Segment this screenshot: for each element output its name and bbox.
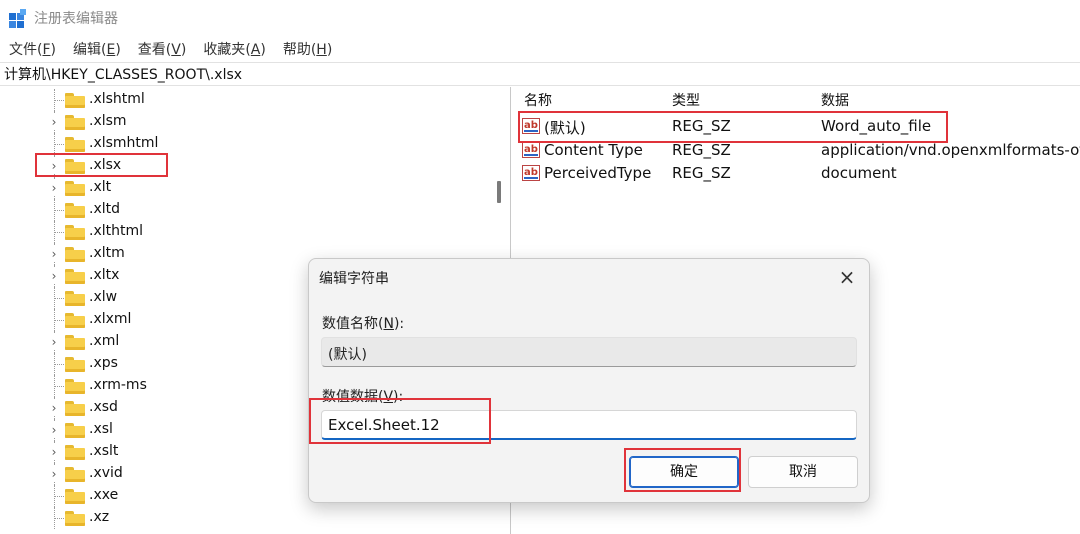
- tree-item-label: .xlxml: [89, 311, 132, 327]
- chevron-right-icon[interactable]: ›: [48, 400, 60, 416]
- folder-icon: [65, 269, 85, 284]
- folder-icon: [65, 511, 85, 526]
- address-bar[interactable]: 计算机\HKEY_CLASSES_ROOT\.xlsx: [0, 62, 1080, 86]
- ab-string-value-icon: ab: [522, 165, 540, 181]
- tree-item-label: .xlshtml: [89, 91, 145, 107]
- tree-item[interactable]: .xlthtml: [0, 221, 490, 243]
- folder-icon: [65, 401, 85, 416]
- tree-item-label: .xvid: [89, 465, 123, 481]
- tree-connector-line: [55, 232, 64, 233]
- tree-connector-line: [55, 496, 64, 497]
- value-data: document: [821, 164, 897, 182]
- menu-file[interactable]: 文件(F): [9, 39, 56, 59]
- tree-item[interactable]: .xltd: [0, 199, 490, 221]
- value-name-label: 数值名称(N):: [322, 316, 405, 332]
- tree-item-label: .xltm: [89, 245, 125, 261]
- close-icon[interactable]: ×: [835, 265, 859, 289]
- folder-icon: [65, 313, 85, 328]
- address-path: 计算机\HKEY_CLASSES_ROOT\.xlsx: [4, 67, 243, 83]
- tree-connector-line: [55, 364, 64, 365]
- value-type: REG_SZ: [672, 141, 731, 159]
- folder-icon: [65, 291, 85, 306]
- tree-item[interactable]: .xz: [0, 507, 490, 529]
- tree-item-label: .xlsmhtml: [89, 135, 159, 151]
- menu-help[interactable]: 帮助(H): [283, 39, 332, 59]
- folder-icon: [65, 225, 85, 240]
- tree-connector-line: [55, 298, 64, 299]
- chevron-right-icon[interactable]: ›: [48, 444, 60, 460]
- chevron-right-icon[interactable]: ›: [48, 246, 60, 262]
- tree-item-label: .xlt: [89, 179, 112, 195]
- tree-connector-line: [55, 320, 64, 321]
- tree-item-label: .xltx: [89, 267, 120, 283]
- value-data: application/vnd.openxmlformats-of: [821, 141, 1080, 159]
- title-bar: 注册表编辑器: [0, 0, 1080, 36]
- highlight-box-default-value: [518, 111, 948, 143]
- tree-item-label: .xsl: [89, 421, 113, 437]
- tree-item[interactable]: .xlsmhtml: [0, 133, 490, 155]
- value-name: Content Type: [544, 141, 643, 159]
- tree-connector-line: [55, 210, 64, 211]
- folder-icon: [65, 357, 85, 372]
- tree-item-label: .xltd: [89, 201, 121, 217]
- chevron-right-icon[interactable]: ›: [48, 422, 60, 438]
- regedit-icon: [9, 9, 27, 28]
- folder-icon: [65, 203, 85, 218]
- folder-icon: [65, 467, 85, 482]
- folder-icon: [65, 445, 85, 460]
- tree-item-label: .xps: [89, 355, 118, 371]
- folder-icon: [65, 247, 85, 262]
- tree-item-label: .xslt: [89, 443, 119, 459]
- column-header-type[interactable]: 类型: [672, 90, 700, 110]
- column-header-name[interactable]: 名称: [524, 90, 552, 110]
- folder-icon: [65, 423, 85, 438]
- dialog-title: 编辑字符串: [319, 271, 389, 287]
- tree-connector-line: [55, 518, 64, 519]
- highlight-box-data-input: [309, 398, 491, 444]
- tree-item-label: .xlsm: [89, 113, 127, 129]
- chevron-right-icon[interactable]: ›: [48, 466, 60, 482]
- tree-connector-line: [55, 100, 64, 101]
- highlight-box-ok-button: [624, 448, 741, 492]
- folder-icon: [65, 379, 85, 394]
- tree-connector-line: [55, 386, 64, 387]
- menu-view[interactable]: 查看(V): [138, 39, 187, 59]
- tree-item[interactable]: › .xlsm: [0, 111, 490, 133]
- chevron-right-icon[interactable]: ›: [48, 268, 60, 284]
- value-name-field: (默认): [321, 337, 857, 367]
- folder-icon: [65, 115, 85, 130]
- folder-icon: [65, 335, 85, 350]
- tree-item[interactable]: .xlshtml: [0, 89, 490, 111]
- highlight-box-selected-key: [35, 153, 168, 177]
- folder-icon: [65, 137, 85, 152]
- folder-icon: [65, 93, 85, 108]
- tree-item-label: .xlthtml: [89, 223, 144, 239]
- edit-string-dialog: 编辑字符串 × 数值名称(N): (默认) 数值数据(V): 确定 取消: [308, 258, 870, 503]
- value-name: PerceivedType: [544, 164, 652, 182]
- folder-icon: [65, 181, 85, 196]
- folder-icon: [65, 489, 85, 504]
- tree-item-label: .xz: [89, 509, 110, 525]
- tree-connector-line: [55, 144, 64, 145]
- tree-item[interactable]: › .xlt: [0, 177, 490, 199]
- menu-bar: 文件(F) 编辑(E) 查看(V) 收藏夹(A) 帮助(H): [0, 38, 349, 60]
- chevron-right-icon[interactable]: ›: [48, 334, 60, 350]
- column-header-data[interactable]: 数据: [821, 90, 849, 110]
- splitter-grip[interactable]: [497, 181, 501, 203]
- chevron-right-icon[interactable]: ›: [48, 114, 60, 130]
- value-type: REG_SZ: [672, 164, 731, 182]
- menu-favorites[interactable]: 收藏夹(A): [203, 39, 266, 59]
- chevron-right-icon[interactable]: ›: [48, 180, 60, 196]
- ab-string-value-icon: ab: [522, 142, 540, 158]
- tree-item-label: .xsd: [89, 399, 118, 415]
- tree-item-label: .xxe: [89, 487, 119, 503]
- menu-edit[interactable]: 编辑(E): [73, 39, 121, 59]
- tree-item-label: .xml: [89, 333, 120, 349]
- tree-item-label: .xrm-ms: [89, 377, 147, 393]
- value-row-perceived-type[interactable]: ab PerceivedType REG_SZ document: [514, 162, 1080, 185]
- window-title: 注册表编辑器: [34, 11, 118, 27]
- tree-item-label: .xlw: [89, 289, 118, 305]
- cancel-button[interactable]: 取消: [748, 456, 858, 488]
